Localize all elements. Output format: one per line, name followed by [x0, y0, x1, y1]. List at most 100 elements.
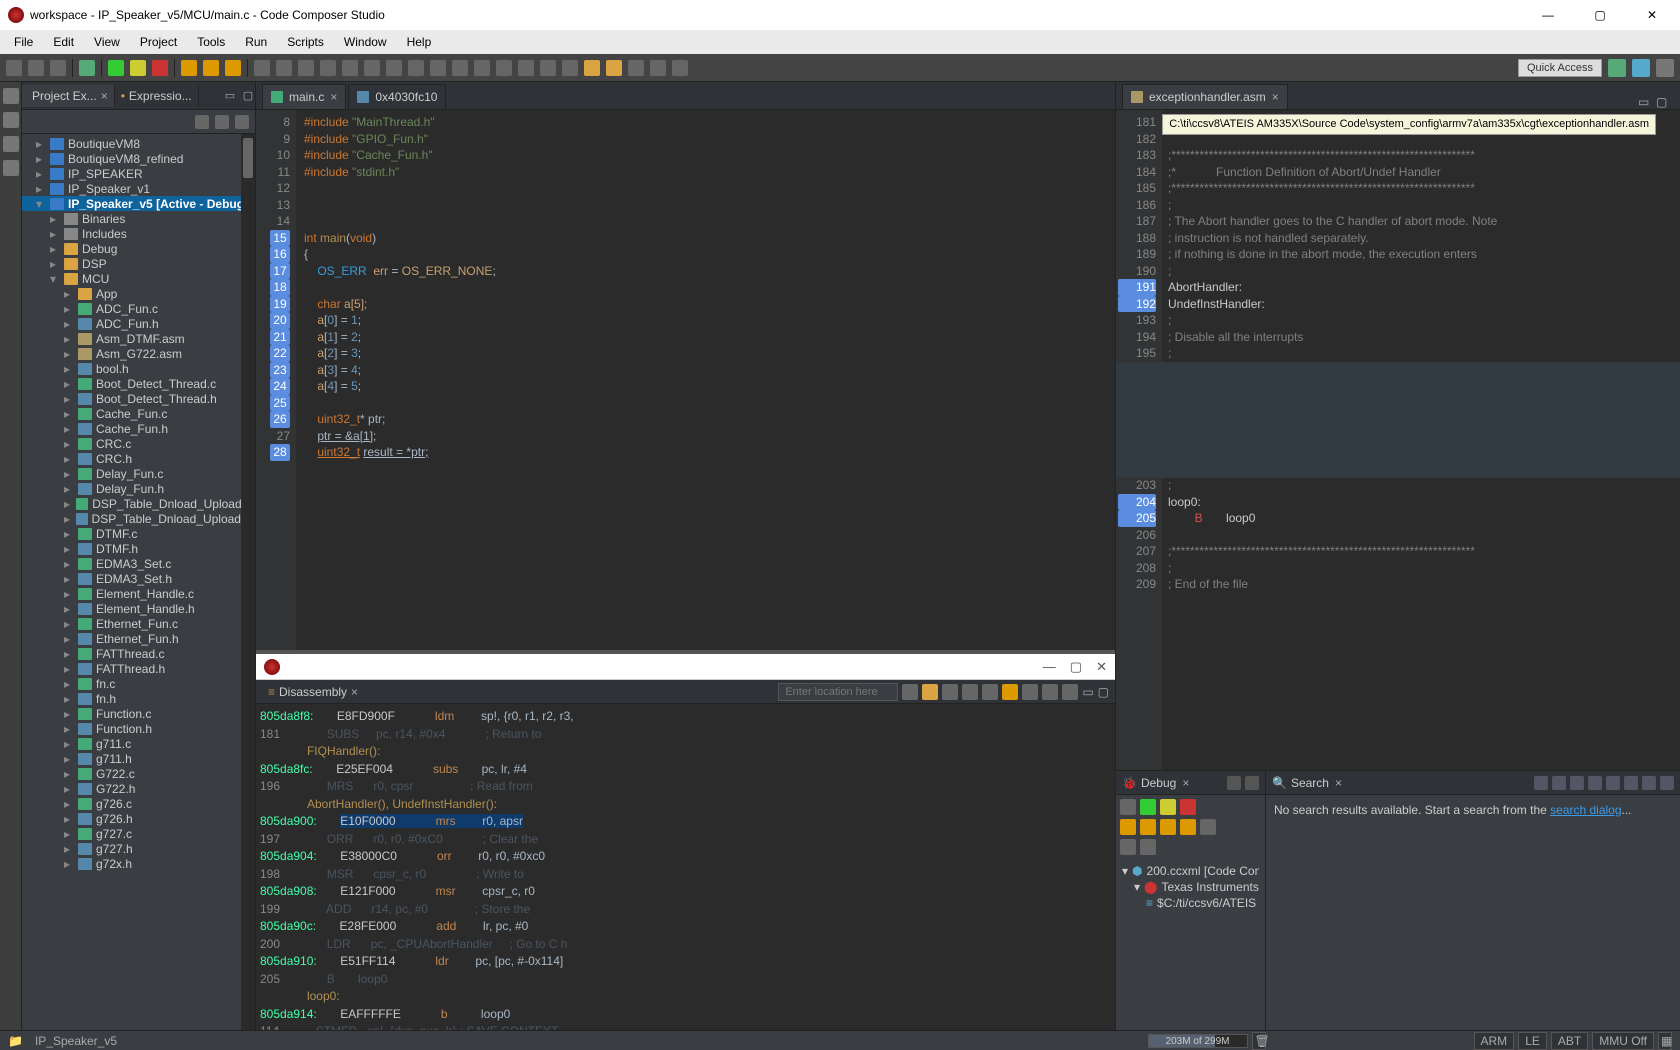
maximize-button[interactable]: ▢ — [1580, 8, 1620, 22]
list-item[interactable]: ▸BoutiqueVM8_refined — [22, 151, 255, 166]
list-item[interactable]: ▸Element_Handle.h — [22, 601, 255, 616]
tool-icon-3[interactable] — [408, 60, 424, 76]
dis-tool-1[interactable] — [942, 684, 958, 700]
float-minimize[interactable]: — — [1043, 659, 1056, 675]
list-item[interactable]: ▸IP_Speaker_v1 — [22, 181, 255, 196]
code-body[interactable]: #include "MainThread.h" #include "GPIO_F… — [296, 110, 1115, 650]
list-item-active-project[interactable]: ▾IP_Speaker_v5 [Active - Debug] — [22, 196, 255, 211]
terminate-icon[interactable] — [1180, 799, 1196, 815]
tab-main-c[interactable]: main.c × — [262, 84, 346, 109]
tool-icon-10[interactable] — [562, 60, 578, 76]
close-icon[interactable]: × — [351, 685, 358, 699]
status-extra-icon[interactable]: ▦ — [1658, 1032, 1672, 1050]
step-over-icon[interactable] — [203, 60, 219, 76]
list-item[interactable]: ▸App — [22, 286, 255, 301]
search-tool-1[interactable] — [1534, 776, 1548, 790]
home-icon[interactable] — [922, 684, 938, 700]
list-item[interactable]: ▸Element_Handle.c — [22, 586, 255, 601]
list-item[interactable]: ▸CRC.h — [22, 451, 255, 466]
tool-icon-9[interactable] — [540, 60, 556, 76]
list-item[interactable]: ▸g72x.h — [22, 856, 255, 871]
search-tool-5[interactable] — [1606, 776, 1620, 790]
rail-icon-3[interactable] — [3, 136, 19, 152]
close-icon[interactable]: × — [330, 90, 337, 104]
list-item[interactable]: ▸FATThread.c — [22, 646, 255, 661]
disassembly-body[interactable]: 805da8f8: E8FD900F ldm sp!, {r0, r1, r2,… — [256, 704, 1115, 1030]
terminate-icon[interactable] — [152, 60, 168, 76]
menu-file[interactable]: File — [6, 33, 41, 51]
maximize-pane-icon[interactable] — [1245, 776, 1259, 790]
perspective-debug-icon[interactable] — [1632, 59, 1650, 77]
resume-icon[interactable] — [1140, 799, 1156, 815]
debug-tree[interactable]: ▾⬢200.ccxml [Code Compo ▾⬤Texas Instrume… — [1116, 859, 1265, 915]
search-tool-3[interactable] — [1570, 776, 1584, 790]
search-tool-4[interactable] — [1588, 776, 1602, 790]
menu-edit[interactable]: Edit — [45, 33, 82, 51]
dis-tool-2[interactable] — [962, 684, 978, 700]
step-return-icon[interactable] — [225, 60, 241, 76]
tool-icon-4[interactable] — [430, 60, 446, 76]
gc-icon[interactable]: 🗑 — [1252, 1032, 1266, 1050]
tool-icon-11[interactable] — [628, 60, 644, 76]
back-icon[interactable] — [584, 60, 600, 76]
maximize-pane-icon[interactable]: ▢ — [1098, 685, 1109, 699]
float-close[interactable]: ✕ — [1096, 659, 1107, 675]
tool-icon-12[interactable] — [650, 60, 666, 76]
dis-tool-3[interactable] — [982, 684, 998, 700]
list-item[interactable]: ▸Function.h — [22, 721, 255, 736]
list-item[interactable]: ▸CRC.c — [22, 436, 255, 451]
rail-icon-4[interactable] — [3, 160, 19, 176]
list-item[interactable]: ▸Includes — [22, 226, 255, 241]
dis-tool-5[interactable] — [1042, 684, 1058, 700]
restart-icon[interactable] — [1200, 819, 1216, 835]
save-icon[interactable] — [28, 60, 44, 76]
close-icon[interactable]: × — [1272, 90, 1279, 104]
perspective-ccs-icon[interactable] — [1608, 59, 1626, 77]
view-menu-icon[interactable] — [235, 115, 249, 129]
tab-disassembly[interactable]: ≡ Disassembly × — [262, 682, 364, 702]
list-item[interactable]: ▸IP_SPEAKER — [22, 166, 255, 181]
list-item[interactable]: ▸DSP_Table_Dnload_Upload.h — [22, 511, 255, 526]
search-tool-6[interactable] — [1624, 776, 1638, 790]
list-item[interactable]: ▸EDMA3_Set.c — [22, 556, 255, 571]
tool-icon-8[interactable] — [518, 60, 534, 76]
minimize-pane-icon[interactable] — [1642, 776, 1656, 790]
asm-editor[interactable]: C:\ti\ccsv8\ATEIS AM335X\Source Code\sys… — [1116, 110, 1680, 770]
forward-icon[interactable] — [606, 60, 622, 76]
list-item[interactable]: ▸g726.c — [22, 796, 255, 811]
list-item[interactable]: ▸DTMF.h — [22, 541, 255, 556]
float-window-titlebar[interactable]: — ▢ ✕ — [256, 654, 1115, 680]
list-item[interactable]: ▸Debug — [22, 241, 255, 256]
menu-help[interactable]: Help — [399, 33, 440, 51]
list-item[interactable]: ▸fn.c — [22, 676, 255, 691]
float-maximize[interactable]: ▢ — [1070, 659, 1082, 675]
save-all-icon[interactable] — [50, 60, 66, 76]
tool-icon-5[interactable] — [452, 60, 468, 76]
list-item[interactable]: ▸Ethernet_Fun.h — [22, 631, 255, 646]
new-icon[interactable] — [6, 60, 22, 76]
list-item[interactable]: ▸Asm_G722.asm — [22, 346, 255, 361]
dis-refresh-icon[interactable] — [1002, 684, 1018, 700]
quick-access-input[interactable]: Quick Access — [1518, 59, 1602, 77]
step-over-icon[interactable] — [1140, 819, 1156, 835]
list-item[interactable]: ▸EDMA3_Set.h — [22, 571, 255, 586]
list-item[interactable]: ▸Delay_Fun.c — [22, 466, 255, 481]
rail-icon-1[interactable] — [3, 88, 19, 104]
list-item[interactable]: ▸Cache_Fun.h — [22, 421, 255, 436]
tab-expressions[interactable]: • Expressio... — [115, 85, 199, 107]
restart-icon[interactable] — [254, 60, 270, 76]
list-item[interactable]: ▸g726.h — [22, 811, 255, 826]
step-into-icon[interactable] — [1120, 819, 1136, 835]
minimize-pane-icon[interactable] — [1227, 776, 1241, 790]
list-item[interactable]: ▸Delay_Fun.h — [22, 481, 255, 496]
close-icon[interactable]: × — [1182, 776, 1189, 790]
dis-tool-6[interactable] — [1062, 684, 1078, 700]
list-item[interactable]: ▸Boot_Detect_Thread.c — [22, 376, 255, 391]
debug-tool-1[interactable] — [1120, 839, 1136, 855]
debug-target-icon[interactable] — [1120, 799, 1136, 815]
list-item[interactable]: ▸DTMF.c — [22, 526, 255, 541]
tool-icon[interactable] — [364, 60, 380, 76]
search-icon[interactable] — [672, 60, 688, 76]
list-item[interactable]: ▸g711.h — [22, 751, 255, 766]
reset-icon[interactable] — [276, 60, 292, 76]
